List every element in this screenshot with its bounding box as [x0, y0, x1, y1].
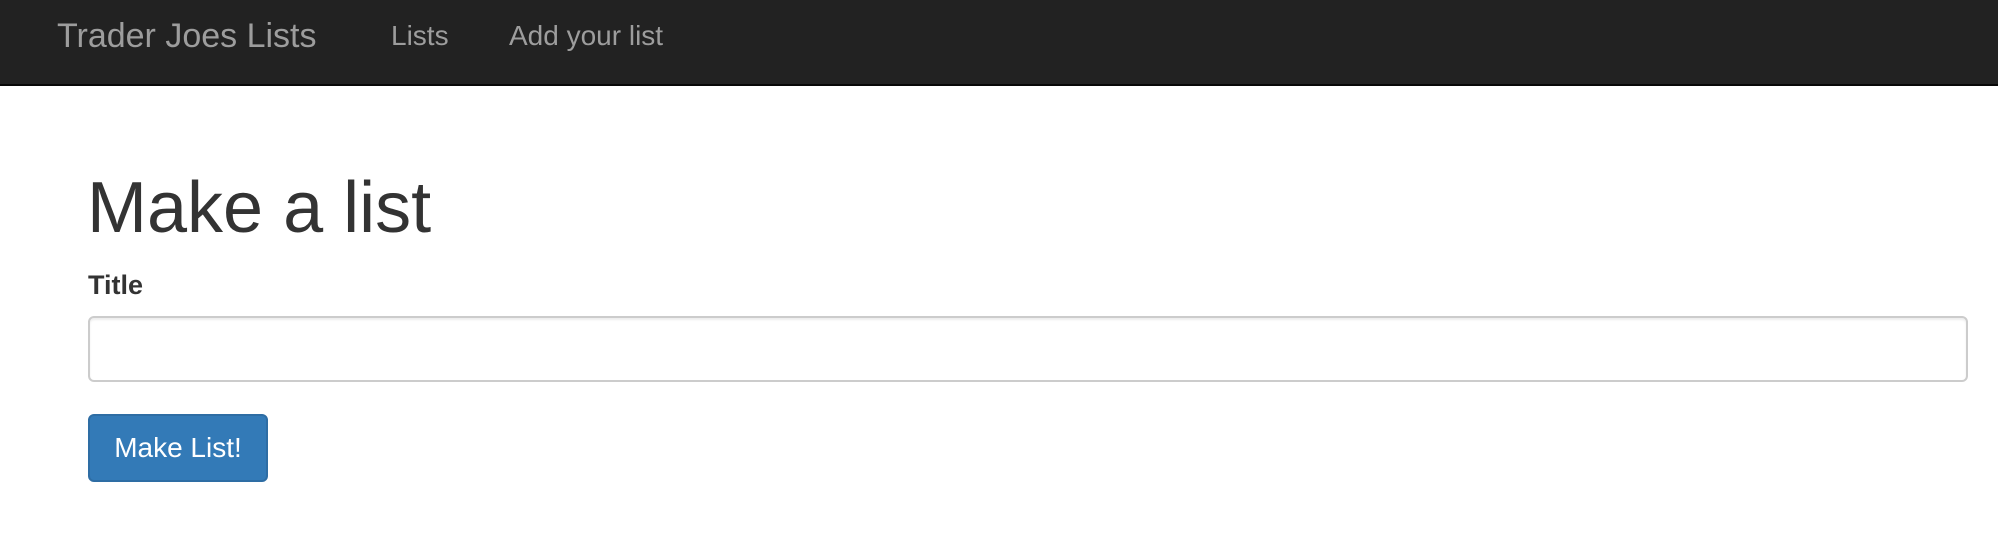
- title-label: Title: [88, 270, 144, 300]
- make-list-button[interactable]: Make List!: [88, 414, 268, 482]
- nav-link-add-your-list[interactable]: Add your list: [509, 18, 663, 54]
- brand-link[interactable]: Trader Joes Lists: [57, 14, 317, 58]
- nav-link-lists[interactable]: Lists: [391, 18, 449, 54]
- title-input[interactable]: [88, 316, 1968, 382]
- page-title: Make a list: [87, 168, 432, 248]
- top-navbar: Trader Joes Lists Lists Add your list: [0, 0, 1998, 86]
